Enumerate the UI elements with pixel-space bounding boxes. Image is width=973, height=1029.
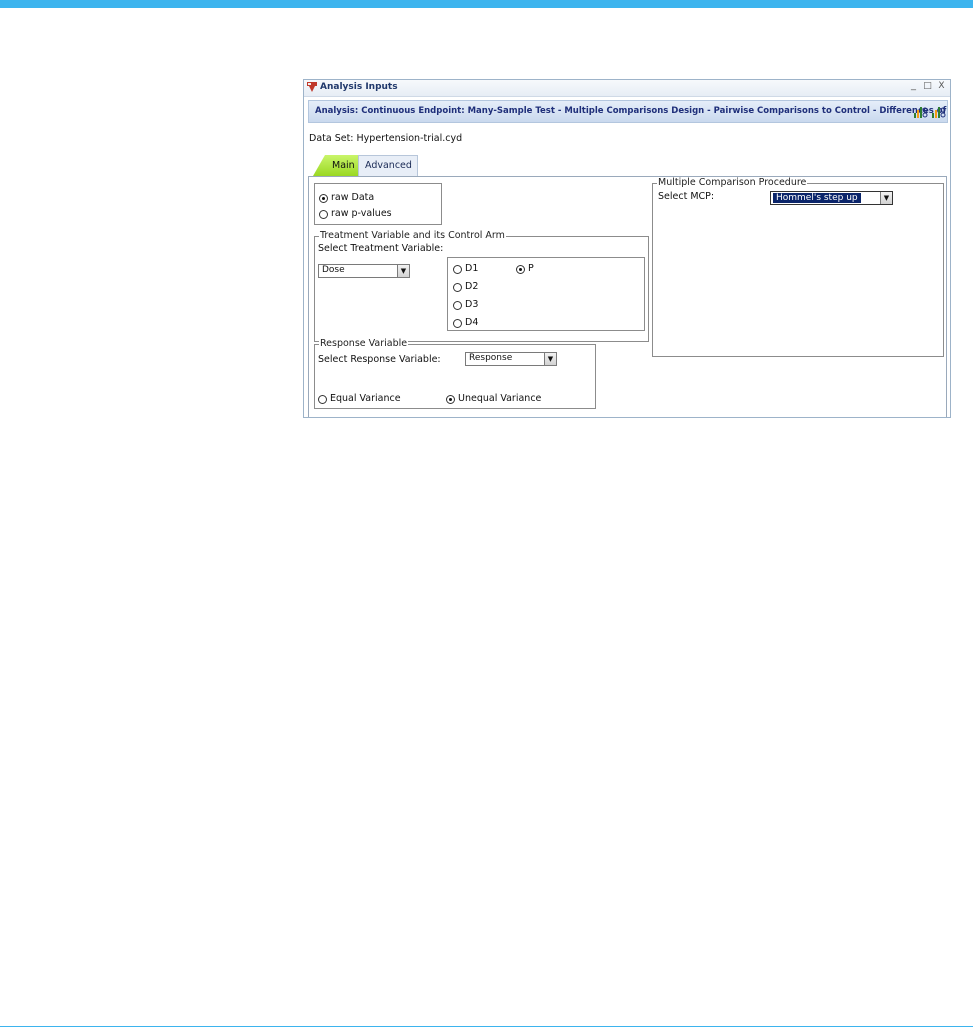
treatment-select-label: Select Treatment Variable: (318, 243, 444, 254)
raw-p-values-radio[interactable] (319, 210, 328, 219)
chevron-down-icon: ▼ (397, 265, 409, 277)
arm-p-label: P (528, 263, 534, 274)
chevron-down-icon: ▼ (880, 192, 892, 204)
mcp-select-value: Hommel's step up (773, 193, 861, 203)
unequal-variance-radio[interactable] (446, 395, 455, 404)
arm-d4-radio[interactable] (453, 319, 462, 328)
tab-main[interactable]: Main (313, 155, 358, 176)
bottom-accent-line (0, 1026, 973, 1027)
app-icon (307, 82, 317, 92)
mcp-select[interactable]: Hommel's step up ▼ (770, 191, 893, 205)
treatment-variable-select[interactable]: Dose ▼ (318, 264, 410, 278)
treatment-select-value: Dose (322, 265, 345, 275)
arm-d3-label: D3 (465, 299, 479, 310)
analysis-description: Analysis: Continuous Endpoint: Many-Samp… (315, 106, 951, 116)
treatment-group: Treatment Variable and its Control Arm S… (314, 230, 649, 342)
input-type-group: raw Data raw p-values (314, 183, 442, 225)
maximize-icon[interactable]: □ (922, 81, 933, 91)
main-tab-panel: raw Data raw p-values Treatment Variable… (308, 176, 947, 417)
analysis-header: Analysis: Continuous Endpoint: Many-Samp… (308, 100, 951, 123)
arm-p-radio[interactable] (516, 265, 525, 274)
response-variable-select[interactable]: Response ▼ (465, 352, 557, 366)
analysis-inputs-window: Analysis Inputs _ □ X Analysis: Continuo… (303, 79, 951, 418)
response-select-label: Select Response Variable: (318, 354, 441, 365)
chart-icon[interactable] (913, 104, 928, 119)
response-legend: Response Variable (319, 338, 409, 349)
close-icon[interactable]: X (936, 81, 947, 91)
equal-variance-radio[interactable] (318, 395, 327, 404)
response-select-value: Response (469, 353, 513, 363)
arm-d2-radio[interactable] (453, 283, 462, 292)
response-group: Response Variable Select Response Variab… (314, 338, 596, 409)
mcp-legend: Multiple Comparison Procedure (657, 177, 808, 188)
window-title: Analysis Inputs (320, 82, 398, 92)
dataset-label: Data Set: Hypertension-trial.cyd (309, 133, 463, 144)
mcp-select-label: Select MCP: (658, 191, 715, 202)
arm-d3-radio[interactable] (453, 301, 462, 310)
chart-icon[interactable] (931, 104, 946, 119)
arm-d1-radio[interactable] (453, 265, 462, 274)
treatment-legend: Treatment Variable and its Control Arm (319, 230, 506, 241)
top-accent-stripe (0, 0, 973, 8)
unequal-variance-label: Unequal Variance (458, 393, 542, 404)
arm-d1-label: D1 (465, 263, 479, 274)
control-arm-group: D1 D2 D3 D4 P (447, 257, 645, 331)
arm-d4-label: D4 (465, 317, 479, 328)
mcp-group: Multiple Comparison Procedure Select MCP… (652, 177, 944, 357)
minimize-icon[interactable]: _ (908, 80, 919, 91)
raw-p-values-label: raw p-values (331, 208, 392, 219)
tab-advanced[interactable]: Advanced (358, 155, 418, 176)
raw-data-radio[interactable] (319, 194, 328, 203)
title-bar[interactable]: Analysis Inputs _ □ X (304, 80, 950, 97)
tab-main-label: Main (332, 160, 355, 171)
equal-variance-label: Equal Variance (330, 393, 401, 404)
raw-data-label: raw Data (331, 192, 375, 203)
chevron-down-icon: ▼ (544, 353, 556, 365)
arm-d2-label: D2 (465, 281, 479, 292)
tab-advanced-label: Advanced (365, 160, 412, 171)
